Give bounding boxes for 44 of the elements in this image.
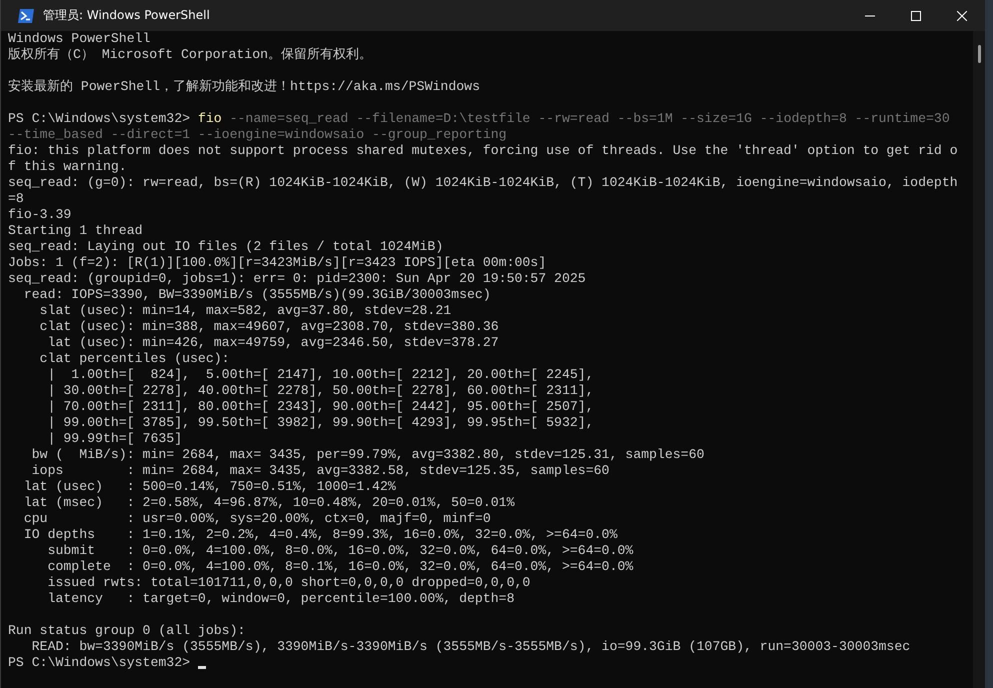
terminal-line: Run status group 0 (all jobs): (8, 623, 246, 639)
terminal-line: seq_read: Laying out IO files (2 files / total 1024MiB) (8, 239, 444, 255)
terminal-line: | 1.00th=[ 824], 5.00th=[ 2147], 10.00th=[ 2212], 20.00th=[ 2245], (46, 367, 594, 383)
terminal-line: Starting 1 thread (8, 223, 143, 239)
terminal-line: --time_based --direct=1 --ioengine=windowsaio --group_reporting (8, 127, 507, 143)
terminal-line: | 70.00th=[ 2311], 80.00th=[ 2343], 90.00th=[ 2442], 95.00th=[ 2507], (46, 399, 594, 415)
terminal-line: | 99.99th=[ 7635] (46, 431, 182, 447)
terminal-line: fio: this platform does not support process shared mutexes, forcing use of threads. Use the 'thread' option to get rid o (8, 143, 958, 159)
terminal-line: bw ( MiB/s): min= 2684, max= 3435, per=99.79%, avg=3382.80, stdev=125.31, samples=60 (30, 447, 704, 463)
close-icon (957, 10, 967, 20)
terminal-line: 版权所有（C） Microsoft Corporation。保留所有权利。 (8, 47, 372, 63)
terminal-line: 安装最新的 PowerShell，了解新功能和改进！https://aka.ms/PSWindows (8, 79, 480, 95)
terminal-line: latency : target=0, window=0, percentile=100.00%, depth=8 (46, 591, 514, 607)
terminal-line: seq_read: (g=0): rw=read, bs=(R) 1024KiB-1024KiB, (W) 1024KiB-1024KiB, (T) 1024KiB-1024KiB, ioengine=windowsaio, iodepth (8, 175, 958, 191)
terminal-line: seq_read: (groupid=0, jobs=1): err= 0: pid=2300: Sun Apr 20 19:50:57 2025 (8, 271, 586, 287)
terminal-line: =8 (8, 191, 24, 207)
terminal-line: read: IOPS=3390, BW=3390MiB/s (3555MB/s)(99.3GiB/30003msec) (22, 287, 491, 303)
scrollbar[interactable] (973, 31, 985, 688)
terminal-line: Jobs: 1 (f=2): [R(1)][100.0%][r=3423MiB/s][r=3423 IOPS][eta 00m:00s] (8, 255, 546, 271)
terminal-line: clat (usec): min=388, max=49607, avg=2308.70, stdev=380.36 (38, 319, 499, 335)
terminal-line: cpu : usr=0.00%, sys=20.00%, ctx=0, majf=0, minf=0 (22, 511, 491, 527)
terminal-line: READ: bw=3390MiB/s (3555MB/s), 3390MiB/s-3390MiB/s (3555MB/s-3555MB/s), io=99.3GiB (107GB), run=30003-30003msec (30, 639, 910, 655)
terminal-line: | 30.00th=[ 2278], 40.00th=[ 2278], 50.00th=[ 2278], 60.00th=[ 2311], (46, 383, 594, 399)
terminal-line: lat (usec) : 500=0.14%, 750=0.51%, 1000=1.42% (22, 479, 396, 495)
scrollbar-thumb[interactable] (978, 45, 980, 63)
terminal-line: clat percentiles (usec): (38, 351, 230, 367)
terminal-line: IO depths : 1=0.1%, 2=0.2%, 4=0.4%, 8=99.3%, 16=0.0%, 32=0.0%, >=64=0.0% (22, 527, 618, 543)
terminal-line: lat (usec): min=426, max=49759, avg=2346.50, stdev=378.27 (46, 335, 499, 351)
text-cursor (198, 666, 206, 669)
terminal-line: fio-3.39 (8, 207, 72, 223)
terminal-line: issued rwts: total=101711,0,0,0 short=0,0,0,0 dropped=0,0,0,0 (46, 575, 530, 591)
terminal-line: submit : 0=0.0%, 4=100.0%, 8=0.0%, 16=0.0%, 32=0.0%, 64=0.0%, >=64=0.0% (46, 543, 634, 559)
powershell-icon (17, 8, 35, 24)
terminal-line: complete : 0=0.0%, 4=100.0%, 8=0.1%, 16=0.0%, 32=0.0%, 64=0.0%, >=64=0.0% (46, 559, 634, 575)
terminal-line: iops : min= 2684, max= 3435, avg=3382.58, stdev=125.35, samples=60 (30, 463, 610, 479)
terminal-line: lat (msec) : 2=0.58%, 4=96.87%, 10=0.48%, 20=0.01%, 50=0.01% (22, 495, 514, 511)
terminal-line: | 99.00th=[ 3785], 99.50th=[ 3982], 99.90th=[ 4293], 99.95th=[ 5932], (46, 415, 594, 431)
terminal-line: Windows PowerShell (8, 31, 150, 47)
terminal-line: slat (usec): min=14, max=582, avg=37.80, stdev=28.21 (38, 303, 452, 319)
terminal-line: PS C:\Windows\system32> (8, 655, 192, 671)
terminal-line: PS C:\Windows\system32> fio --name=seq_read --filename=D:\testfile --rw=read --bs=1M --size=1G --iodepth=8 --runtime=30 (8, 111, 950, 127)
maximize-icon (911, 10, 921, 20)
terminal-line: f this warning. (8, 159, 127, 175)
window-title: 管理员: Windows PowerShell (43, 7, 210, 24)
